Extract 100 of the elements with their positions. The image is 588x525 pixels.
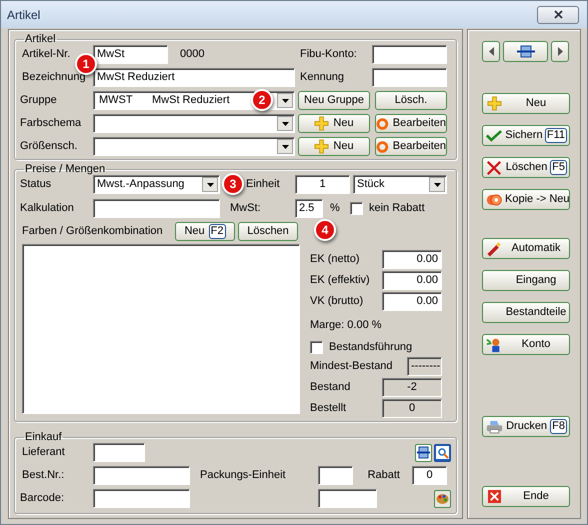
field-label: EK (netto) xyxy=(310,253,360,265)
caret-icon xyxy=(434,182,440,186)
right-arrow-icon xyxy=(558,47,562,56)
shortcut-badge: F8 xyxy=(550,419,567,434)
field-label: Rabatt xyxy=(368,469,400,481)
input-field[interactable] xyxy=(318,489,377,508)
plus-icon xyxy=(314,139,330,154)
input-field[interactable]: 0.00 xyxy=(382,250,442,269)
sidebar-button[interactable]: Neu xyxy=(482,93,570,114)
dropdown-button[interactable] xyxy=(277,116,293,131)
sidebar-button[interactable]: Konto xyxy=(482,334,570,355)
dropdown-field[interactable]: Mwst.-Anpassung xyxy=(93,175,220,194)
search-icon xyxy=(436,446,449,459)
checkbox[interactable] xyxy=(350,202,363,215)
action-button[interactable]: Löschen xyxy=(238,222,298,241)
record-button[interactable] xyxy=(503,41,548,62)
callout-badge: 4 xyxy=(314,219,336,241)
dropdown-button[interactable] xyxy=(277,93,293,108)
field-label: Kalkulation xyxy=(20,202,74,214)
caret-icon xyxy=(206,182,214,186)
action-button[interactable]: Neu Gruppe xyxy=(298,91,370,110)
input-field[interactable]: 0.00 xyxy=(382,271,442,290)
shortcut-badge: F2 xyxy=(208,224,226,239)
input-field[interactable]: MwSt Reduziert xyxy=(93,68,295,87)
article-number: 0000 xyxy=(179,47,206,62)
field-label: Packungs-Einheit xyxy=(200,469,286,481)
close-icon xyxy=(488,490,500,503)
field-label: Kennung xyxy=(300,71,344,83)
action-button[interactable]: Neu xyxy=(298,137,370,156)
input-field[interactable]: 1 xyxy=(295,175,350,194)
cross-icon xyxy=(486,160,502,176)
field-label: Mindest-Bestand xyxy=(310,360,393,372)
dropdown-field[interactable] xyxy=(93,114,295,133)
sidebar-button[interactable]: Kopie -> Neu xyxy=(482,189,570,210)
sidebar-button[interactable]: Sichern F11 xyxy=(482,125,570,146)
action-button[interactable]: Lösch. xyxy=(375,91,447,110)
percent-sign: % xyxy=(330,201,341,216)
input-field[interactable] xyxy=(372,45,447,64)
dropdown-field[interactable]: Stück xyxy=(353,175,447,194)
input-field[interactable] xyxy=(372,68,447,87)
record-button[interactable] xyxy=(415,444,432,462)
dropdown-button[interactable] xyxy=(429,177,445,192)
action-button[interactable]: Neu xyxy=(298,114,370,133)
field-label: Einheit xyxy=(246,178,280,190)
dropdown-button[interactable] xyxy=(202,177,218,192)
previous-button[interactable] xyxy=(482,41,500,62)
group-title: Einkauf xyxy=(24,431,63,443)
field-label: Bestand xyxy=(310,381,350,393)
record-icon xyxy=(417,446,430,459)
callout-badge: 3 xyxy=(222,173,244,195)
field-label: Fibu-Konto: xyxy=(300,48,357,60)
input-field[interactable]: 0.00 xyxy=(382,292,442,311)
dropdown-field[interactable] xyxy=(93,137,295,156)
field-label: MwSt: xyxy=(230,202,261,214)
group-title: Preise / Mengen xyxy=(24,163,106,175)
sidebar-button[interactable]: Löschen F5 xyxy=(482,157,570,178)
next-button[interactable] xyxy=(551,41,569,62)
wand-icon xyxy=(486,240,502,256)
circles-icon xyxy=(486,192,502,206)
input-field[interactable]: 0 xyxy=(412,466,447,485)
checkbox[interactable] xyxy=(310,340,323,354)
ring-icon xyxy=(376,140,389,154)
action-button[interactable]: Bearbeiten xyxy=(375,137,447,156)
input-field[interactable] xyxy=(93,199,220,218)
check-icon xyxy=(486,129,502,142)
plus-icon xyxy=(486,96,502,111)
close-icon xyxy=(554,10,562,19)
caret-icon xyxy=(282,98,288,102)
callout-badge: 1 xyxy=(75,53,97,75)
sidebar-button[interactable]: Automatik xyxy=(482,238,570,259)
input-field[interactable] xyxy=(93,489,190,508)
field-label: Barcode: xyxy=(20,492,64,504)
input-field[interactable]: MwSt xyxy=(93,45,168,64)
field-label: Größensch. xyxy=(20,140,78,152)
plus-icon xyxy=(314,116,330,131)
sidebar-button[interactable]: Bestandteile xyxy=(482,302,570,323)
input-field[interactable]: 2.5 xyxy=(295,199,323,218)
caret-icon xyxy=(282,144,288,148)
field-label: Bestellt xyxy=(310,402,346,414)
palette-button[interactable] xyxy=(434,490,451,508)
sidebar-button[interactable]: Eingang xyxy=(482,270,570,291)
printer-icon xyxy=(486,420,502,434)
record-icon xyxy=(516,45,534,58)
input-field[interactable] xyxy=(93,466,190,485)
shortcut-badge: F5 xyxy=(550,160,567,175)
input-field[interactable] xyxy=(93,443,145,462)
field-label: VK (brutto) xyxy=(310,295,364,307)
action-button[interactable]: Neu F2 xyxy=(175,222,235,241)
field-label: Status xyxy=(20,178,52,190)
sidebar-button[interactable]: Drucken F8 xyxy=(482,416,570,437)
input-field[interactable] xyxy=(318,466,353,485)
dropdown-button[interactable] xyxy=(277,139,293,154)
ring-icon xyxy=(376,116,389,130)
search-button[interactable] xyxy=(434,444,451,462)
close-button[interactable] xyxy=(537,6,579,24)
field-label: Lieferant xyxy=(22,446,65,458)
caret-icon xyxy=(282,122,288,126)
field-label: Farbschema xyxy=(20,117,82,129)
action-button[interactable]: Bearbeiten xyxy=(375,114,447,133)
sidebar-button[interactable]: Ende xyxy=(482,486,570,507)
